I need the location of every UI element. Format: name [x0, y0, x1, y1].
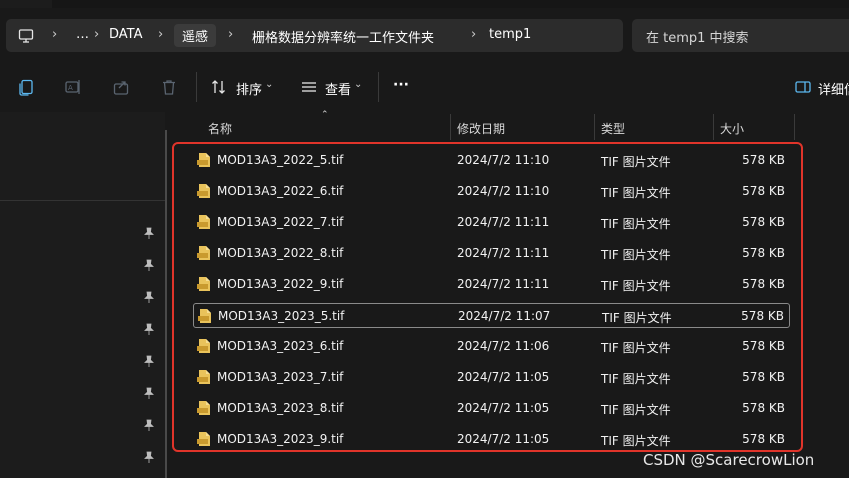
copy-icon[interactable] [16, 77, 36, 97]
sort-icon [210, 78, 228, 96]
pin-icon[interactable] [142, 258, 156, 272]
pin-icon[interactable] [142, 354, 156, 368]
title-strip-tabs [52, 0, 849, 8]
svg-text:A: A [68, 84, 73, 92]
delete-icon[interactable] [159, 77, 179, 97]
chevron-right-icon: › [94, 27, 100, 42]
pin-icon[interactable] [142, 450, 156, 464]
column-header-size[interactable]: 大小 [714, 116, 794, 140]
rename-icon[interactable]: A [63, 77, 83, 97]
chevron-right-icon: › [471, 27, 477, 42]
column-divider[interactable] [794, 114, 795, 140]
address-bar[interactable]: › … › DATA › 遥感 › 栅格数据分辨率统一工作文件夹 › temp1 [6, 19, 623, 52]
view-icon [300, 78, 318, 96]
title-strip [0, 0, 849, 8]
breadcrumb-item-work-folder[interactable]: 栅格数据分辨率统一工作文件夹 [252, 27, 434, 46]
details-label: 详细信 [818, 83, 849, 98]
sort-label: 排序 [236, 83, 263, 98]
column-header-modified[interactable]: 修改日期 [451, 116, 594, 140]
breadcrumb-overflow[interactable]: … [76, 27, 89, 42]
column-header-type[interactable]: 类型 [595, 116, 713, 140]
more-options-button[interactable]: ··· [393, 77, 409, 93]
chevron-right-icon: › [228, 27, 234, 42]
search-placeholder: 在 temp1 中搜索 [646, 31, 749, 46]
pin-icon[interactable] [142, 386, 156, 400]
details-pane-button[interactable]: 详细信 [792, 74, 849, 100]
computer-icon[interactable] [17, 27, 35, 45]
chevron-down-icon: ⌄ [354, 79, 363, 90]
chevron-right-icon: › [158, 27, 164, 42]
highlight-annotation-box [172, 142, 803, 452]
chevron-right-icon: › [52, 27, 58, 42]
pin-icon[interactable] [142, 226, 156, 240]
watermark: CSDN @ScarecrowLion [643, 451, 815, 469]
sort-button[interactable]: 排序 ⌄ [208, 74, 278, 100]
pin-icon[interactable] [142, 290, 156, 304]
navigation-pane[interactable] [0, 112, 165, 478]
pin-icon[interactable] [142, 322, 156, 336]
chevron-down-icon: ⌄ [265, 79, 274, 90]
nav-scrollbar[interactable] [165, 130, 167, 478]
toolbar-separator [196, 72, 197, 102]
toolbar-separator [378, 72, 379, 102]
view-label: 查看 [325, 83, 352, 98]
details-pane-icon [794, 78, 812, 96]
column-header-name-label: 名称 [208, 122, 233, 136]
column-header-modified-label: 修改日期 [457, 122, 506, 136]
share-icon[interactable] [111, 77, 131, 97]
nav-divider [0, 200, 165, 201]
breadcrumb-item-temp1[interactable]: temp1 [489, 27, 531, 42]
column-header-type-label: 类型 [601, 122, 626, 136]
column-header-name[interactable]: 名称 [200, 116, 450, 140]
breadcrumb-item-remote-sensing[interactable]: 遥感 [174, 24, 217, 47]
column-header-size-label: 大小 [720, 122, 745, 136]
search-input[interactable]: 在 temp1 中搜索 [632, 19, 849, 52]
pin-icon[interactable] [142, 418, 156, 432]
breadcrumb-item-data[interactable]: DATA [109, 27, 143, 42]
view-button[interactable]: 查看 ⌄ [298, 74, 368, 100]
